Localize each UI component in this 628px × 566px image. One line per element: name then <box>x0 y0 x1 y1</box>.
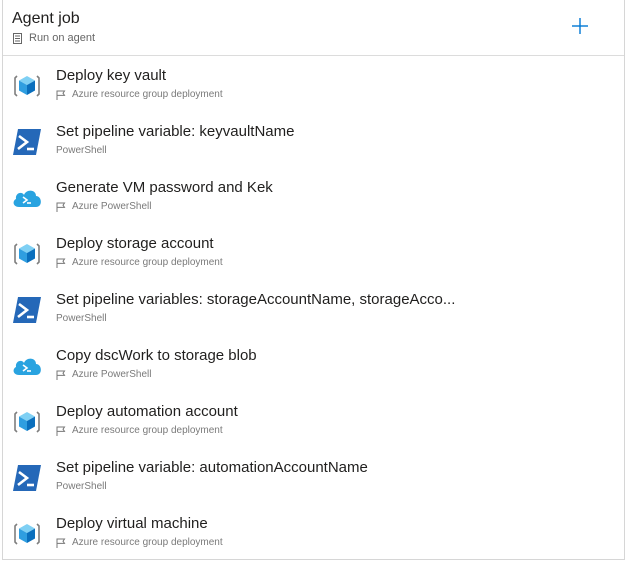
flag-icon <box>56 370 66 380</box>
agent-job-subtitle: Run on agent <box>13 32 95 44</box>
task-type: PowerShell <box>56 481 107 492</box>
task-name: Deploy virtual machine <box>56 515 208 532</box>
server-icon <box>13 32 22 44</box>
flag-icon <box>56 90 66 100</box>
task-type: Azure PowerShell <box>56 369 151 380</box>
powershell-icon <box>11 294 43 326</box>
task-type: Azure resource group deployment <box>56 537 223 548</box>
task-item[interactable]: Set pipeline variable: keyvaultName Power… <box>3 112 624 168</box>
agent-job-header[interactable]: Agent job Run on agent <box>3 0 624 56</box>
azure-resource-group-icon <box>11 518 43 550</box>
task-type: Azure resource group deployment <box>56 89 223 100</box>
task-type-label: PowerShell <box>56 313 107 324</box>
task-type: Azure PowerShell <box>56 201 151 212</box>
azure-powershell-icon <box>11 350 43 382</box>
task-type: Azure resource group deployment <box>56 257 223 268</box>
azure-powershell-icon <box>11 182 43 214</box>
agent-job-subtitle-label: Run on agent <box>29 32 96 44</box>
task-name: Set pipeline variable: automationAccount… <box>56 459 368 476</box>
task-name: Deploy automation account <box>56 403 238 420</box>
task-item[interactable]: Set pipeline variables: storageAccountNa… <box>3 280 624 336</box>
task-item[interactable]: Generate VM password and Kek Azure PowerS… <box>3 168 624 224</box>
task-item[interactable]: Deploy key vault Azure resource group dep… <box>3 56 624 112</box>
task-item[interactable]: Deploy automation account Azure resource … <box>3 392 624 448</box>
task-list: Deploy key vault Azure resource group dep… <box>3 56 624 560</box>
add-task-button[interactable] <box>569 15 591 37</box>
task-type-label: PowerShell <box>56 145 107 156</box>
task-name: Set pipeline variables: storageAccountNa… <box>56 291 456 308</box>
task-type-label: Azure resource group deployment <box>72 537 223 548</box>
agent-job-panel: Agent job Run on agent Deploy key vault A… <box>2 0 625 560</box>
plus-icon <box>572 18 588 34</box>
azure-resource-group-icon <box>11 238 43 270</box>
powershell-icon <box>11 126 43 158</box>
task-name: Copy dscWork to storage blob <box>56 347 257 364</box>
task-item[interactable]: Copy dscWork to storage blob Azure PowerS… <box>3 336 624 392</box>
task-name: Deploy storage account <box>56 235 214 252</box>
task-type-label: Azure resource group deployment <box>72 425 223 436</box>
task-type: PowerShell <box>56 145 107 156</box>
task-name: Deploy key vault <box>56 67 167 84</box>
flag-icon <box>56 202 66 212</box>
task-type-label: Azure PowerShell <box>72 369 152 380</box>
agent-job-title: Agent job <box>12 10 80 27</box>
task-type: Azure resource group deployment <box>56 425 223 436</box>
task-type: PowerShell <box>56 313 107 324</box>
task-name: Generate VM password and Kek <box>56 179 273 196</box>
task-name: Set pipeline variable: keyvaultName <box>56 123 295 140</box>
task-item[interactable]: Set pipeline variable: automationAccount… <box>3 448 624 504</box>
task-item[interactable]: Deploy storage account Azure resource gro… <box>3 224 624 280</box>
flag-icon <box>56 426 66 436</box>
task-type-label: Azure PowerShell <box>72 201 152 212</box>
task-item[interactable]: Deploy virtual machine Azure resource gro… <box>3 504 624 560</box>
task-type-label: Azure resource group deployment <box>72 257 223 268</box>
task-type-label: PowerShell <box>56 481 107 492</box>
powershell-icon <box>11 462 43 494</box>
task-type-label: Azure resource group deployment <box>72 89 223 100</box>
azure-resource-group-icon <box>11 70 43 102</box>
flag-icon <box>56 538 66 548</box>
flag-icon <box>56 258 66 268</box>
azure-resource-group-icon <box>11 406 43 438</box>
